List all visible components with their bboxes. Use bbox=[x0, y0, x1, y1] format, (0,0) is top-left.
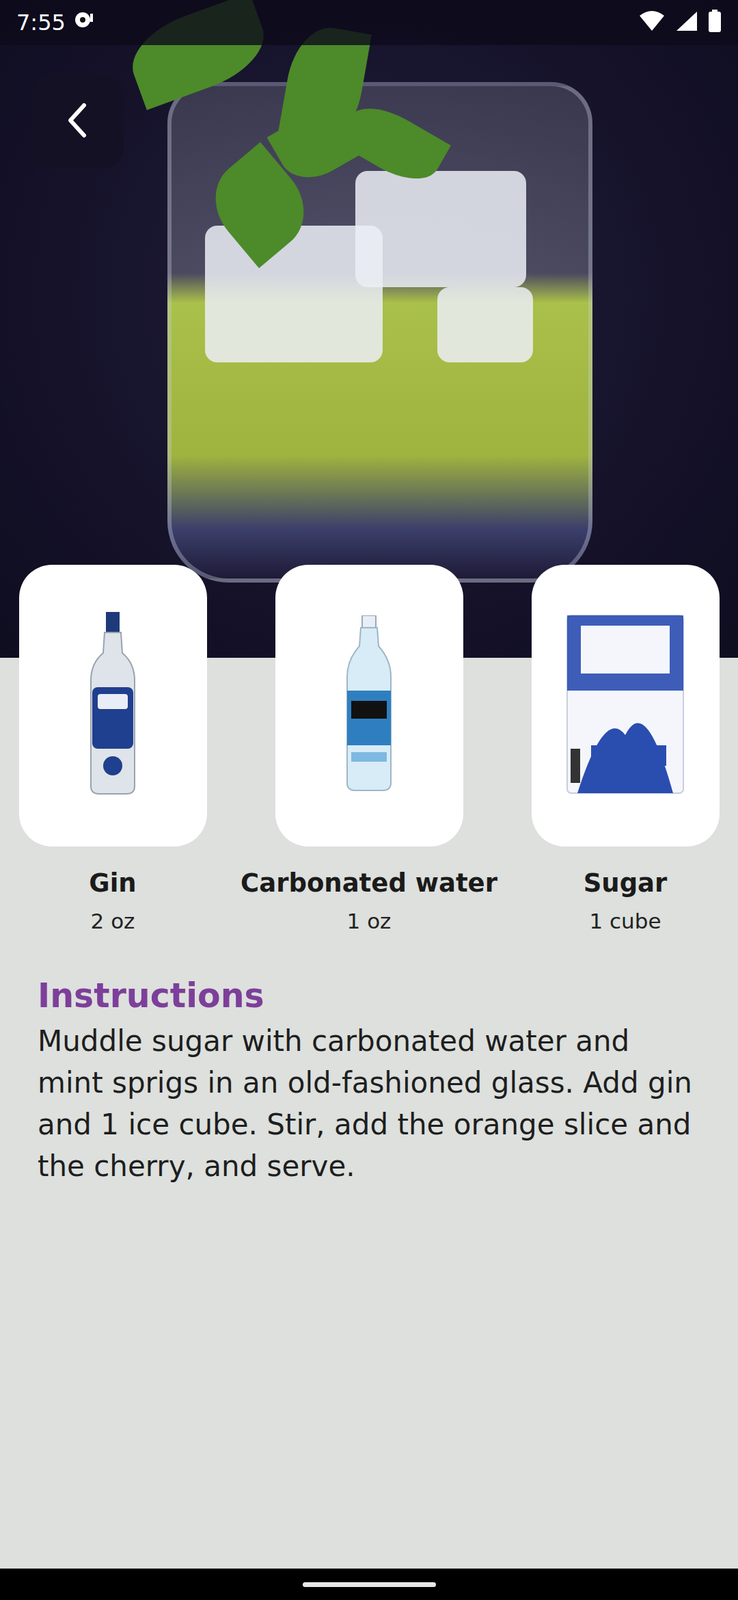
ingredient-name: Sugar bbox=[583, 866, 668, 900]
ingredient-name: Carbonated water bbox=[240, 866, 498, 900]
status-time: 7:55 bbox=[16, 9, 66, 36]
ingredient-item[interactable]: Gin 2 oz bbox=[0, 564, 226, 935]
ingredient-item[interactable]: Carbonated water 1 oz bbox=[225, 564, 513, 935]
navigation-bar bbox=[0, 1567, 738, 1599]
back-button[interactable] bbox=[30, 75, 124, 169]
wifi-icon bbox=[638, 10, 666, 35]
ingredient-item[interactable]: Sugar 1 cube bbox=[512, 564, 738, 935]
sugar-product-icon bbox=[563, 611, 687, 799]
ingredient-amount: 1 oz bbox=[347, 906, 392, 935]
instructions-text: Muddle sugar with carbonated water and m… bbox=[37, 1019, 701, 1187]
status-icons bbox=[638, 9, 722, 36]
instructions-title: Instructions bbox=[37, 974, 701, 1017]
instructions-section: InstructionsMuddle sugar with carbonated… bbox=[0, 934, 738, 1187]
battery-icon bbox=[707, 9, 722, 36]
home-indicator[interactable] bbox=[302, 1581, 436, 1587]
ingredient-list: Gin 2 oz Carbonated water 1 oz Sugar 1 cube bbox=[0, 564, 738, 935]
spacer bbox=[0, 1186, 738, 1568]
soda-product-icon bbox=[341, 615, 397, 796]
ingredient-card[interactable] bbox=[19, 564, 208, 846]
notification-icon bbox=[73, 9, 95, 36]
chevron-left-icon bbox=[63, 101, 91, 143]
status-bar: 7:55 bbox=[0, 0, 738, 46]
liquor-product-icon bbox=[85, 611, 141, 799]
ingredient-amount: 1 cube bbox=[589, 906, 661, 935]
ingredient-name: Gin bbox=[88, 866, 136, 900]
cocktail-photo: 7:55 bbox=[0, 0, 738, 658]
ingredient-card[interactable] bbox=[275, 564, 464, 846]
ingredient-card[interactable] bbox=[531, 564, 720, 846]
ice-shape bbox=[355, 170, 527, 287]
ingredient-amount: 2 oz bbox=[90, 906, 136, 935]
ice-shape bbox=[437, 287, 533, 363]
status-left: 7:55 bbox=[16, 9, 95, 36]
signal-icon bbox=[675, 10, 699, 35]
